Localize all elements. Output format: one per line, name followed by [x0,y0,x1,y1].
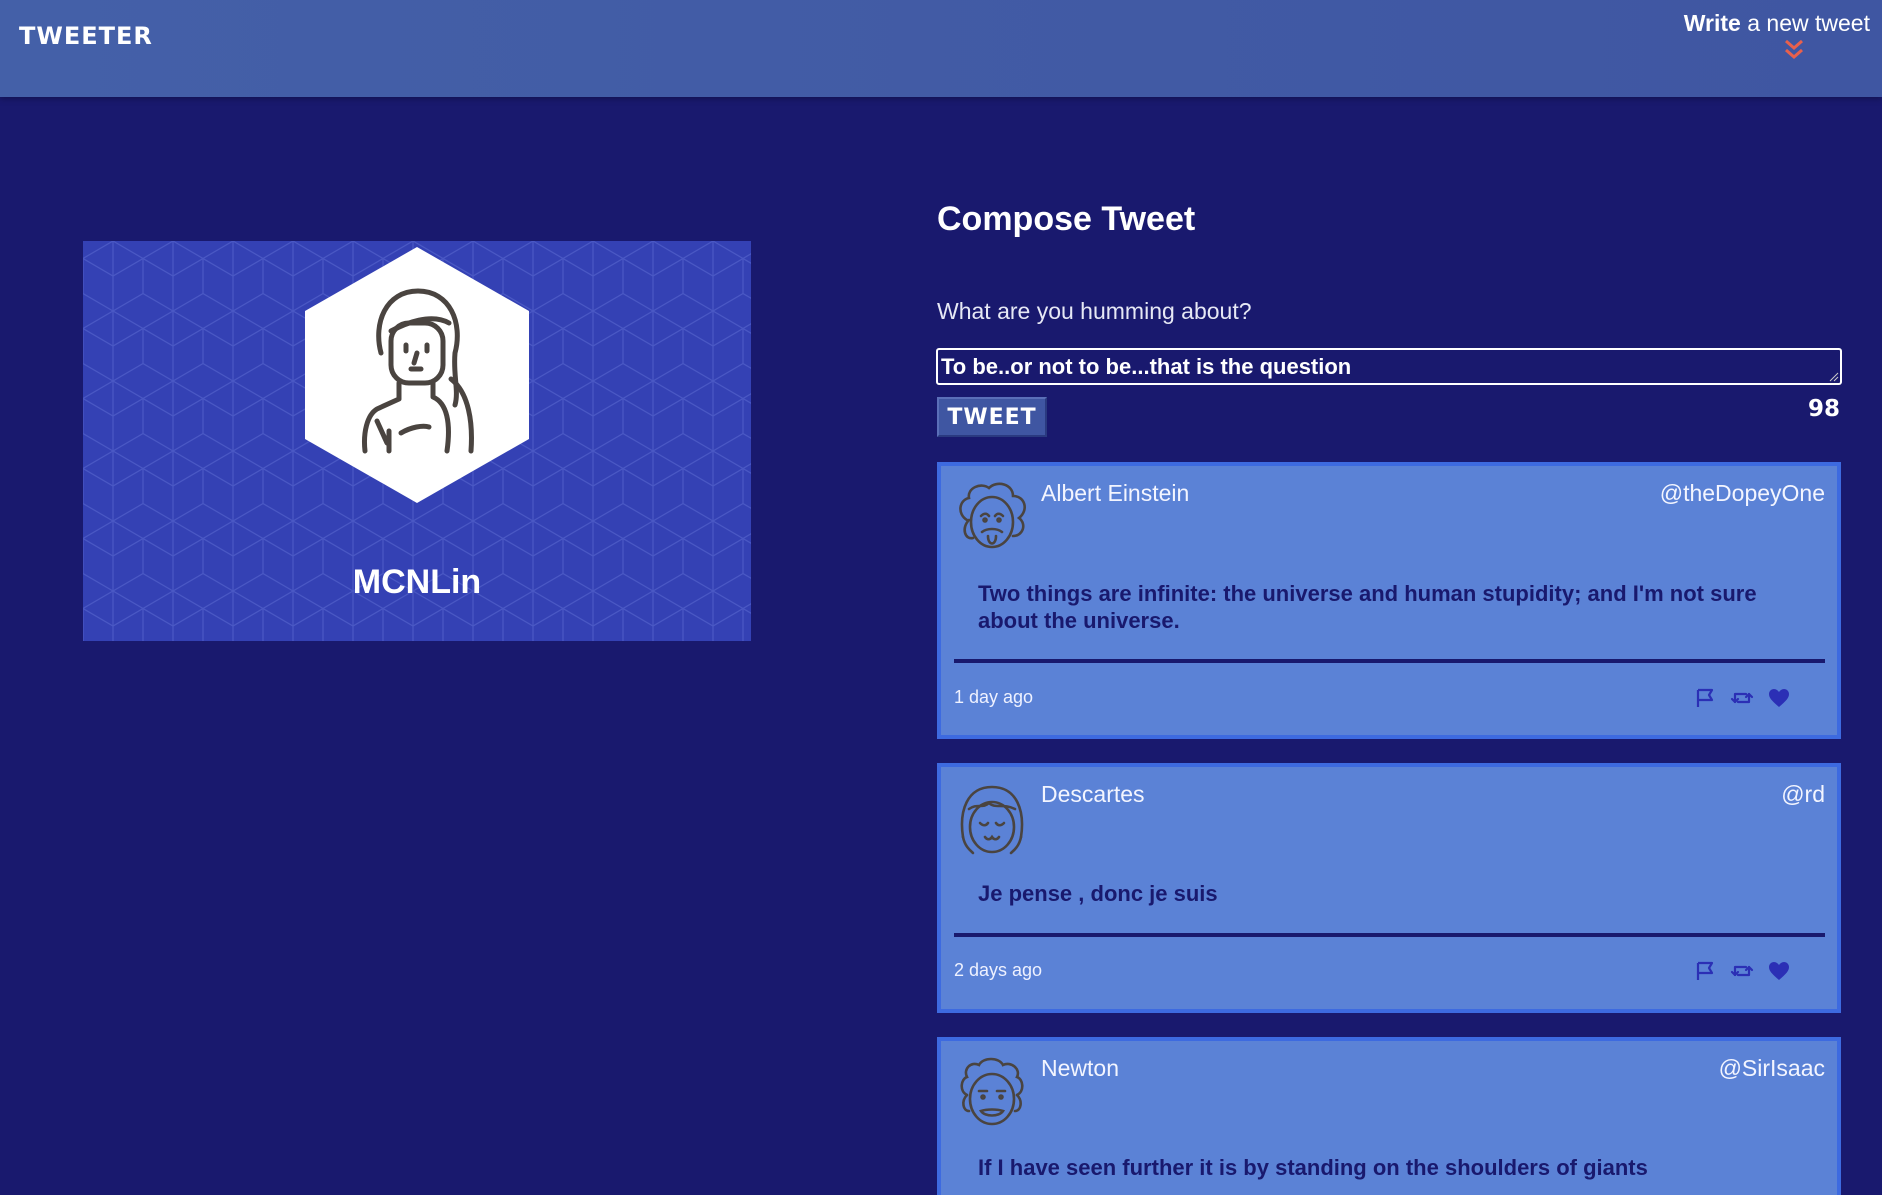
double-chevron-down-icon[interactable] [1783,38,1805,62]
einstein-avatar-icon [959,482,1026,549]
tweet-card: Newton @SirIsaac If I have seen further … [937,1037,1841,1195]
descartes-avatar-icon [960,785,1024,855]
woman-avatar-icon [362,288,474,454]
write-new-tweet-toggle[interactable]: Write a new tweet [1630,10,1870,37]
tweet-author-handle: @SirIsaac [1718,1055,1825,1081]
write-label-bold: Write [1683,10,1741,36]
write-label-rest: a new tweet [1740,10,1870,36]
retweet-icon[interactable] [1730,686,1754,710]
tweet-card: Albert Einstein @theDopeyOne Two things … [937,462,1841,739]
tweet-text: Two things are infinite: the universe an… [978,581,1757,633]
tweet-author-name: Newton [1041,1055,1119,1081]
tweet-card: Descartes @rd Je pense , donc je suis 2 … [937,763,1841,1013]
tweet-text: If I have seen further it is by standing… [978,1155,1648,1180]
resize-grip-icon[interactable] [1829,372,1839,382]
tweet-actions [1693,959,1803,983]
tweet-timestamp: 1 day ago [954,687,1034,707]
heart-icon[interactable] [1767,959,1791,983]
write-toggle-text[interactable]: Write a new tweet [1684,10,1870,36]
tweet-actions [1693,686,1803,710]
heart-icon[interactable] [1767,686,1791,710]
retweet-icon[interactable] [1730,959,1754,983]
compose-title: Compose Tweet [937,200,1196,238]
profile-card: MCNLin [83,241,751,641]
newton-avatar-icon [960,1057,1024,1126]
tweet-author-handle: @rd [1781,781,1825,807]
tweet-textarea[interactable] [936,348,1842,385]
tweet-author-name: Descartes [1041,781,1145,807]
flag-icon[interactable] [1693,686,1717,710]
compose-label: What are you humming about? [937,298,1252,324]
tweet-timestamp: 2 days ago [954,960,1043,980]
tweet-button[interactable]: TWEET [937,397,1047,437]
char-counter: 98 [1807,396,1840,422]
tweet-text: Je pense , donc je suis [978,881,1218,906]
tweet-author-handle: @theDopeyOne [1659,480,1825,506]
flag-icon[interactable] [1693,959,1717,983]
tweet-divider [954,659,1825,663]
profile-name: MCNLin [352,563,482,601]
brand-logo[interactable]: TWEETER [19,22,153,50]
tweet-divider [954,933,1825,937]
top-navigation-bar: TWEETER Write a new tweet [0,0,1882,97]
tweet-author-name: Albert Einstein [1041,480,1190,506]
